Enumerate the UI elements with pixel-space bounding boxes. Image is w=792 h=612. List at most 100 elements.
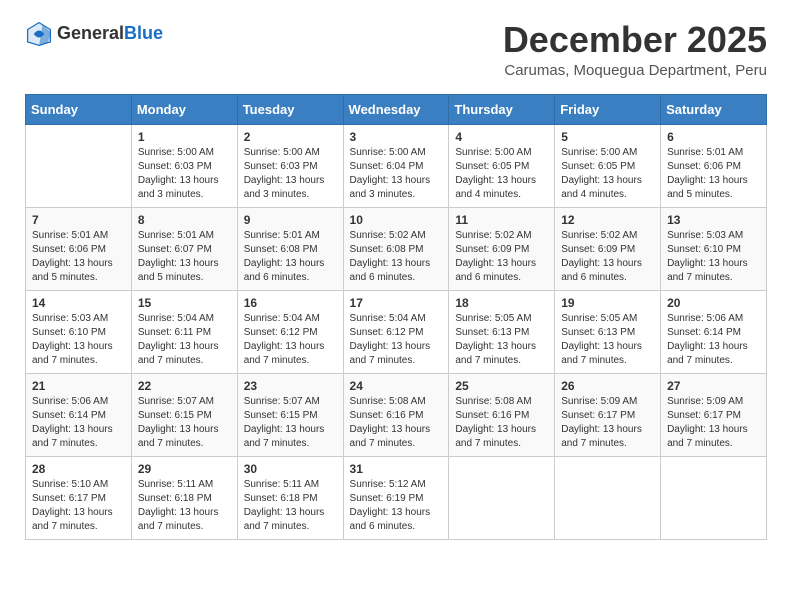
page-header: GeneralBlue December 2025 Carumas, Moque… (25, 20, 767, 79)
day-number: 8 (138, 213, 231, 227)
day-info: Sunrise: 5:00 AM Sunset: 6:03 PM Dayligh… (244, 146, 337, 202)
calendar-week-row: 28Sunrise: 5:10 AM Sunset: 6:17 PM Dayli… (26, 456, 767, 539)
day-info: Sunrise: 5:12 AM Sunset: 6:19 PM Dayligh… (350, 478, 443, 534)
day-number: 18 (455, 296, 548, 310)
day-number: 21 (32, 379, 125, 393)
day-info: Sunrise: 5:05 AM Sunset: 6:13 PM Dayligh… (561, 312, 654, 368)
weekday-header: Tuesday (237, 94, 343, 124)
day-info: Sunrise: 5:08 AM Sunset: 6:16 PM Dayligh… (350, 395, 443, 451)
weekday-header: Saturday (661, 94, 767, 124)
weekday-header: Friday (555, 94, 661, 124)
calendar-week-row: 21Sunrise: 5:06 AM Sunset: 6:14 PM Dayli… (26, 373, 767, 456)
calendar-cell: 11 Sunrise: 5:02 AM Sunset: 6:09 PM Dayli… (449, 207, 555, 290)
calendar-cell: 28Sunrise: 5:10 AM Sunset: 6:17 PM Dayli… (26, 456, 132, 539)
day-number: 7 (32, 213, 125, 227)
weekday-header: Sunday (26, 94, 132, 124)
day-number: 10 (350, 213, 443, 227)
calendar-header-row: SundayMondayTuesdayWednesdayThursdayFrid… (26, 94, 767, 124)
day-number: 11 (455, 213, 548, 227)
day-info: Sunrise: 5:01 AM Sunset: 6:08 PM Dayligh… (244, 229, 337, 285)
day-number: 4 (455, 130, 548, 144)
calendar-cell: 1Sunrise: 5:00 AM Sunset: 6:03 PM Daylig… (131, 124, 237, 207)
calendar-cell: 19 Sunrise: 5:05 AM Sunset: 6:13 PM Dayli… (555, 290, 661, 373)
day-info: Sunrise: 5:11 AM Sunset: 6:18 PM Dayligh… (244, 478, 337, 534)
calendar-week-row: 1 Sunrise: 5:00 AM Sunset: 6:03 PM Daylig… (26, 124, 767, 207)
day-info: Sunrise: 5:07 AM Sunset: 6:15 PM Dayligh… (244, 395, 337, 451)
day-number: 23 (244, 379, 337, 393)
day-number: 17 (350, 296, 443, 310)
day-info: Sunrise: 5:06 AM Sunset: 6:14 PM Dayligh… (667, 312, 760, 368)
calendar-cell: 24 Sunrise: 5:08 AM Sunset: 6:16 PM Dayli… (343, 373, 449, 456)
calendar-cell: 16 Sunrise: 5:04 AM Sunset: 6:12 PM Dayli… (237, 290, 343, 373)
calendar-cell: 13 Sunrise: 5:03 AM Sunset: 6:10 PM Dayli… (661, 207, 767, 290)
day-number: 24 (350, 379, 443, 393)
day-number: 14 (32, 296, 125, 310)
calendar-cell (26, 124, 132, 207)
day-number: 3 (350, 130, 443, 144)
day-number: 13 (667, 213, 760, 227)
day-info: Sunrise: 5:01 AM Sunset: 6:06 PM Dayligh… (667, 146, 760, 202)
day-number: 29 (138, 462, 231, 476)
calendar-cell: 12Sunrise: 5:02 AM Sunset: 6:09 PM Dayli… (555, 207, 661, 290)
weekday-header: Wednesday (343, 94, 449, 124)
day-number: 27 (667, 379, 760, 393)
day-number: 1 (138, 130, 231, 144)
calendar-cell: 30 Sunrise: 5:11 AM Sunset: 6:18 PM Dayli… (237, 456, 343, 539)
calendar-cell: 20Sunrise: 5:06 AM Sunset: 6:14 PM Dayli… (661, 290, 767, 373)
logo-general-text: General (57, 23, 124, 43)
day-number: 30 (244, 462, 337, 476)
day-info: Sunrise: 5:09 AM Sunset: 6:17 PM Dayligh… (561, 395, 654, 451)
day-info: Sunrise: 5:04 AM Sunset: 6:12 PM Dayligh… (350, 312, 443, 368)
calendar-cell: 17 Sunrise: 5:04 AM Sunset: 6:12 PM Dayli… (343, 290, 449, 373)
day-info: Sunrise: 5:04 AM Sunset: 6:11 PM Dayligh… (138, 312, 231, 368)
calendar-cell (661, 456, 767, 539)
calendar-cell: 6Sunrise: 5:01 AM Sunset: 6:06 PM Daylig… (661, 124, 767, 207)
day-number: 19 (561, 296, 654, 310)
day-info: Sunrise: 5:03 AM Sunset: 6:10 PM Dayligh… (667, 229, 760, 285)
title-area: December 2025 Carumas, Moquegua Departme… (503, 20, 767, 79)
calendar-week-row: 7 Sunrise: 5:01 AM Sunset: 6:06 PM Daylig… (26, 207, 767, 290)
calendar-cell: 25Sunrise: 5:08 AM Sunset: 6:16 PM Dayli… (449, 373, 555, 456)
day-info: Sunrise: 5:00 AM Sunset: 6:05 PM Dayligh… (455, 146, 548, 202)
day-number: 9 (244, 213, 337, 227)
location-title: Carumas, Moquegua Department, Peru (503, 62, 767, 79)
day-info: Sunrise: 5:11 AM Sunset: 6:18 PM Dayligh… (138, 478, 231, 534)
calendar-cell: 22Sunrise: 5:07 AM Sunset: 6:15 PM Dayli… (131, 373, 237, 456)
day-info: Sunrise: 5:09 AM Sunset: 6:17 PM Dayligh… (667, 395, 760, 451)
calendar-cell: 27 Sunrise: 5:09 AM Sunset: 6:17 PM Dayli… (661, 373, 767, 456)
day-number: 28 (32, 462, 125, 476)
day-info: Sunrise: 5:04 AM Sunset: 6:12 PM Dayligh… (244, 312, 337, 368)
day-info: Sunrise: 5:05 AM Sunset: 6:13 PM Dayligh… (455, 312, 548, 368)
day-info: Sunrise: 5:01 AM Sunset: 6:07 PM Dayligh… (138, 229, 231, 285)
month-title: December 2025 (503, 20, 767, 60)
day-info: Sunrise: 5:00 AM Sunset: 6:05 PM Dayligh… (561, 146, 654, 202)
day-number: 16 (244, 296, 337, 310)
calendar-cell (555, 456, 661, 539)
day-number: 15 (138, 296, 231, 310)
logo-blue-text: Blue (124, 23, 163, 43)
day-number: 26 (561, 379, 654, 393)
calendar-cell: 7 Sunrise: 5:01 AM Sunset: 6:06 PM Daylig… (26, 207, 132, 290)
calendar-cell: 29 Sunrise: 5:11 AM Sunset: 6:18 PM Dayli… (131, 456, 237, 539)
day-info: Sunrise: 5:02 AM Sunset: 6:09 PM Dayligh… (455, 229, 548, 285)
generalblue-icon (25, 20, 53, 48)
calendar-cell: 10Sunrise: 5:02 AM Sunset: 6:08 PM Dayli… (343, 207, 449, 290)
day-info: Sunrise: 5:07 AM Sunset: 6:15 PM Dayligh… (138, 395, 231, 451)
day-number: 5 (561, 130, 654, 144)
calendar-cell: 26 Sunrise: 5:09 AM Sunset: 6:17 PM Dayli… (555, 373, 661, 456)
calendar-cell: 18 Sunrise: 5:05 AM Sunset: 6:13 PM Dayli… (449, 290, 555, 373)
day-number: 31 (350, 462, 443, 476)
day-info: Sunrise: 5:01 AM Sunset: 6:06 PM Dayligh… (32, 229, 125, 285)
day-info: Sunrise: 5:00 AM Sunset: 6:04 PM Dayligh… (350, 146, 443, 202)
calendar-cell: 23 Sunrise: 5:07 AM Sunset: 6:15 PM Dayli… (237, 373, 343, 456)
calendar-cell: 5 Sunrise: 5:00 AM Sunset: 6:05 PM Daylig… (555, 124, 661, 207)
day-info: Sunrise: 5:03 AM Sunset: 6:10 PM Dayligh… (32, 312, 125, 368)
calendar-cell: 31 Sunrise: 5:12 AM Sunset: 6:19 PM Dayli… (343, 456, 449, 539)
calendar-cell: 15 Sunrise: 5:04 AM Sunset: 6:11 PM Dayli… (131, 290, 237, 373)
day-number: 12 (561, 213, 654, 227)
calendar-cell (449, 456, 555, 539)
calendar-week-row: 14 Sunrise: 5:03 AM Sunset: 6:10 PM Dayli… (26, 290, 767, 373)
day-info: Sunrise: 5:08 AM Sunset: 6:16 PM Dayligh… (455, 395, 548, 451)
calendar-cell: 9 Sunrise: 5:01 AM Sunset: 6:08 PM Daylig… (237, 207, 343, 290)
calendar-cell: 21Sunrise: 5:06 AM Sunset: 6:14 PM Dayli… (26, 373, 132, 456)
